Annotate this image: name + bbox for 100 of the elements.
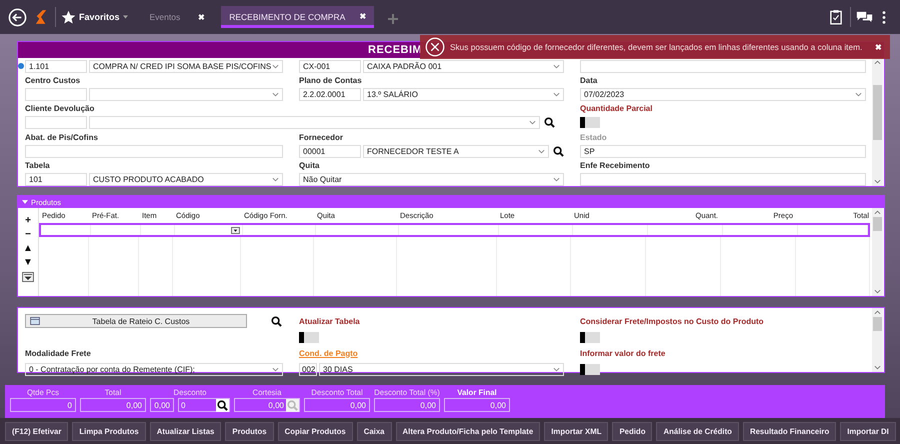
total-field[interactable]: 0,00 (80, 398, 146, 412)
select-field[interactable] (89, 116, 540, 130)
field-label: Abat. de Pis/Cofins (25, 132, 98, 142)
toolbar-button[interactable]: ▲ (23, 242, 33, 255)
form-title: RECEBIM (368, 44, 422, 56)
tab-label[interactable]: Eventos (150, 12, 180, 22)
tab[interactable]: RECEBIMENTO DE COMPRA ✖ (221, 6, 374, 28)
table-row[interactable] (39, 223, 870, 237)
field-label: Considerar Frete/Impostos no Custo do Produto (580, 316, 764, 326)
total-field[interactable]: 0 (10, 398, 76, 412)
chevron-icon (529, 120, 536, 126)
import-icon[interactable] (22, 272, 34, 282)
error-icon (425, 37, 445, 57)
code-field[interactable] (25, 88, 87, 102)
input-field[interactable] (25, 144, 283, 158)
code-field[interactable]: 00001 (299, 144, 361, 158)
dropdown-icon[interactable] (231, 226, 240, 234)
field-label: Atualizar Tabela (299, 316, 360, 326)
field-label: Quantidade Parcial (580, 104, 652, 114)
search-icon[interactable] (544, 117, 555, 128)
field-label: Data (580, 76, 598, 85)
more-icon[interactable] (882, 10, 886, 24)
field-label: Centro Custos (25, 76, 80, 85)
scrollbar[interactable] (872, 58, 883, 186)
select-field[interactable] (89, 88, 283, 102)
toolbar-button[interactable]: + (25, 214, 31, 227)
search-icon[interactable] (271, 316, 282, 326)
code-field[interactable] (25, 116, 87, 130)
clipboard-icon[interactable] (830, 9, 842, 25)
tab-label[interactable]: RECEBIMENTO DE COMPRA (229, 12, 346, 22)
scrollbar[interactable] (872, 208, 883, 296)
code-field[interactable]: 101 (25, 173, 87, 186)
scroll-up-icon[interactable] (874, 310, 881, 315)
toggle-switch[interactable] (580, 332, 600, 342)
scroll-up-icon[interactable] (874, 210, 881, 215)
select-field[interactable]: 07/02/2023 (580, 88, 866, 102)
chevron-icon (855, 92, 862, 98)
field-label: Quita (299, 161, 320, 170)
toggle-switch[interactable] (580, 117, 600, 128)
logo-icon[interactable] (35, 9, 47, 25)
field-label: Informar valor do frete (580, 348, 666, 358)
field-label: Fornecedor (299, 132, 344, 142)
tab[interactable]: Eventos ✖ (142, 6, 214, 28)
chevron-icon (553, 64, 560, 69)
favorites-menu[interactable]: Favoritos (79, 12, 128, 22)
scroll-up-icon[interactable] (874, 60, 881, 65)
input-field[interactable] (580, 60, 866, 73)
info-icon[interactable] (18, 62, 24, 69)
select-field[interactable]: CAIXA PADRÃO 001 (363, 60, 564, 73)
caret-icon[interactable] (22, 200, 28, 204)
star-icon[interactable] (61, 10, 76, 24)
total-field[interactable]: 0,00 (374, 398, 440, 412)
search-icon[interactable] (216, 398, 229, 412)
scroll-thumb[interactable] (873, 317, 882, 331)
chevron-icon (272, 366, 279, 372)
search-icon[interactable] (553, 146, 564, 157)
select-field[interactable]: 30 DIAS (319, 362, 564, 376)
select-field[interactable]: 0 - Contratação por conta do Remetente (CIF); (25, 362, 283, 376)
scroll-thumb[interactable] (873, 217, 882, 231)
caret-icon[interactable] (122, 15, 128, 19)
select-field[interactable]: CUSTO PRODUTO ACABADO (89, 173, 283, 186)
scroll-down-icon[interactable] (874, 179, 881, 184)
close-tab-button[interactable]: ✖ (198, 12, 206, 22)
rateio-button[interactable]: Tabela de Rateio C. Custos (25, 314, 247, 328)
code-field[interactable]: CX-001 (299, 60, 361, 73)
chevron-icon (553, 177, 560, 182)
total-field[interactable]: 0,00 (304, 398, 370, 412)
field-label: Estado (580, 132, 607, 142)
toolbar-button[interactable]: ▼ (23, 256, 33, 269)
toolbar-button[interactable]: − (25, 228, 31, 241)
select-field[interactable]: 13.º SALÁRIO (363, 88, 564, 102)
select-field[interactable]: Não Quitar (299, 173, 564, 186)
field-label: Enfe Recebimento (580, 161, 650, 170)
code-field[interactable]: 1.101 (25, 60, 87, 73)
chevron-icon (538, 148, 545, 154)
close-toast-button[interactable]: ✖ (875, 42, 882, 52)
add-tab-icon[interactable] (388, 14, 398, 24)
select-field[interactable]: COMPRA N/ CRED IPI SOMA BASE PIS/COFINS (89, 60, 283, 73)
toggle-switch[interactable] (299, 332, 319, 342)
code-field[interactable]: 2.2.02.0001 (299, 88, 361, 102)
back-icon[interactable] (8, 8, 27, 26)
chevron-icon (553, 92, 560, 98)
scroll-down-icon[interactable] (874, 289, 881, 294)
chat-icon[interactable] (856, 11, 873, 23)
scroll-thumb[interactable] (873, 85, 882, 140)
code-field[interactable]: 002 (299, 362, 317, 376)
field-label: Tabela (25, 161, 50, 170)
select-field[interactable]: FORNECEDOR TESTE A (363, 144, 549, 158)
input-field[interactable] (580, 173, 866, 186)
toast-message: Skus possuem código de fornecedor diferentes, devem ser lançados em linhas diferentes usando a coluna item. (450, 42, 864, 52)
total-field[interactable]: 0,00 (444, 398, 510, 412)
field-label: Modalidade Frete (25, 348, 91, 358)
input-field[interactable]: SP (580, 144, 866, 158)
total-field[interactable]: 0,00 (150, 398, 174, 412)
close-tab-button[interactable]: ✖ (359, 12, 366, 21)
chevron-icon (272, 92, 279, 98)
toggle-switch[interactable] (580, 364, 600, 374)
chevron-icon (272, 64, 279, 69)
scroll-down-icon[interactable] (874, 365, 881, 370)
scrollbar[interactable] (872, 308, 883, 372)
